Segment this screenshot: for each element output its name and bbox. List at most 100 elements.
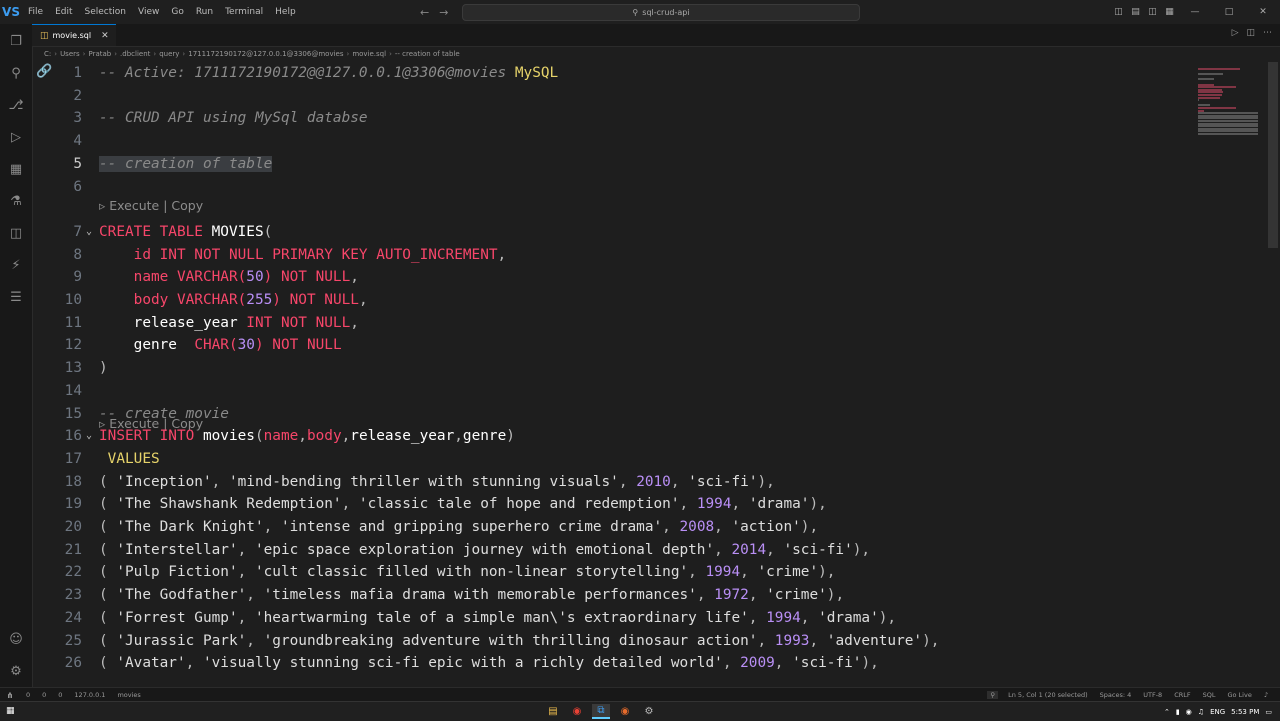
status-search-icon[interactable]: ⚲ — [987, 691, 999, 699]
menu-go[interactable]: Go — [165, 0, 189, 24]
menu-help[interactable]: Help — [269, 0, 302, 24]
code-editor[interactable]: 🔗 1 -- Active: 1711172190172@@127.0.0.1@3… — [32, 62, 1192, 687]
code-line[interactable]: 10 body VARCHAR(255) NOT NULL, — [32, 289, 1192, 312]
extensions-icon[interactable]: ▦ — [7, 160, 25, 178]
minimap[interactable] — [1192, 62, 1280, 687]
code-line[interactable]: 15 -- create movie — [32, 403, 1192, 426]
status-warnings[interactable]: 0 — [36, 691, 52, 699]
database-icon[interactable]: ◫ — [7, 224, 25, 242]
menu-selection[interactable]: Selection — [79, 0, 132, 24]
toggle-panel-icon[interactable]: ▤ — [1127, 7, 1144, 17]
minimize-button[interactable]: — — [1178, 7, 1212, 17]
source-control-icon[interactable]: ⎇ — [7, 96, 25, 114]
breadcrumb-item[interactable]: Pratab — [88, 50, 111, 58]
tab-movie-sql[interactable]: ◫ movie.sql ✕ — [32, 24, 116, 46]
notifications-bell-icon[interactable]: ♪ — [1258, 691, 1274, 699]
code-line[interactable]: 1 -- Active: 1711172190172@@127.0.0.1@330… — [32, 62, 1192, 85]
breadcrumb-item[interactable]: query — [159, 50, 179, 58]
status-ports[interactable]: 0 — [52, 691, 68, 699]
code-line[interactable]: 13) — [32, 357, 1192, 380]
code-line[interactable]: 4 — [32, 130, 1192, 153]
split-editor-icon[interactable]: ◫ — [1246, 28, 1255, 38]
remote-indicator-icon[interactable]: ⋔ — [0, 688, 20, 702]
fold-chevron-icon[interactable]: ⌄ — [86, 425, 98, 448]
code-line[interactable]: 18 ( 'Inception', 'mind-bending thriller … — [32, 471, 1192, 494]
menu-run[interactable]: Run — [190, 0, 219, 24]
battery-icon[interactable]: ▮ — [1176, 708, 1180, 716]
explorer-icon[interactable]: ❐ — [7, 32, 25, 50]
settings-app-icon[interactable]: ⚙ — [640, 704, 658, 719]
breadcrumb-item[interactable]: 1711172190172@127.0.0.1@3306@movies — [188, 50, 343, 58]
browser-icon[interactable]: ◉ — [616, 704, 634, 719]
code-line[interactable]: 16 ⌄ INSERT INTO movies(name,body,release_… — [32, 425, 1192, 448]
language-indicator[interactable]: ENG — [1210, 708, 1225, 716]
status-encoding[interactable]: UTF-8 — [1137, 691, 1168, 699]
thunder-client-icon[interactable]: ⚡ — [7, 256, 25, 274]
code-line[interactable]: 20 ( 'The Dark Knight', 'intense and grip… — [32, 516, 1192, 539]
code-line[interactable]: 23 ( 'The Godfather', 'timeless mafia dra… — [32, 584, 1192, 607]
search-icon[interactable]: ⚲ — [7, 64, 25, 82]
vscode-taskbar-icon[interactable]: ⧉ — [592, 704, 610, 719]
run-debug-icon[interactable]: ▷ — [7, 128, 25, 146]
menu-view[interactable]: View — [132, 0, 165, 24]
settings-gear-icon[interactable]: ⚙ — [7, 662, 25, 680]
breadcrumb-item[interactable]: movie.sql — [352, 50, 386, 58]
menu-file[interactable]: File — [22, 0, 49, 24]
code-line[interactable]: 19 ( 'The Shawshank Redemption', 'classic… — [32, 493, 1192, 516]
code-line[interactable]: 7 ⌄ CREATE TABLE MOVIES( — [32, 221, 1192, 244]
code-line[interactable]: 8 id INT NOT NULL PRIMARY KEY AUTO_INCRE… — [32, 244, 1192, 267]
menu-terminal[interactable]: Terminal — [219, 0, 269, 24]
toggle-sidebar-icon[interactable]: ◫ — [1110, 7, 1127, 17]
close-icon[interactable]: ✕ — [101, 31, 109, 41]
status-language[interactable]: SQL — [1197, 691, 1222, 699]
codelens-label[interactable]: Execute | Copy — [109, 198, 203, 213]
more-actions-icon[interactable]: ⋯ — [1263, 28, 1272, 38]
codelens-execute-copy[interactable]: ▹ Execute | Copy — [99, 196, 203, 216]
code-line[interactable]: 25 ( 'Jurassic Park', 'groundbreaking adv… — [32, 630, 1192, 653]
code-line[interactable]: 14 — [32, 380, 1192, 403]
account-icon[interactable]: ☺ — [7, 630, 25, 648]
code-line[interactable]: 6 — [32, 176, 1192, 199]
forward-arrow-icon[interactable]: → — [439, 6, 448, 19]
code-line[interactable]: 2 — [32, 85, 1192, 108]
run-query-icon[interactable]: ▷ — [1232, 28, 1239, 38]
maximize-button[interactable]: □ — [1212, 7, 1246, 17]
menu-edit[interactable]: Edit — [49, 0, 78, 24]
breadcrumb-item[interactable]: .dbclient — [120, 50, 150, 58]
status-database[interactable]: movies — [111, 691, 146, 699]
vertical-scrollbar[interactable] — [1268, 62, 1278, 248]
close-window-button[interactable]: ✕ — [1246, 7, 1280, 17]
chrome-icon[interactable]: ◉ — [568, 704, 586, 719]
status-cursor-position[interactable]: Ln 5, Col 1 (20 selected) — [1002, 691, 1094, 699]
file-explorer-icon[interactable]: ▤ — [544, 704, 562, 719]
fold-chevron-icon[interactable]: ⌄ — [86, 221, 98, 244]
customize-layout-icon[interactable]: ▦ — [1161, 7, 1178, 17]
toggle-secondary-sidebar-icon[interactable]: ◫ — [1144, 7, 1161, 17]
code-line[interactable]: 17 VALUES — [32, 448, 1192, 471]
status-indentation[interactable]: Spaces: 4 — [1094, 691, 1138, 699]
command-center-search[interactable]: ⚲ sql-crud-api — [462, 4, 860, 21]
code-line[interactable]: 26 ( 'Avatar', 'visually stunning sci-fi … — [32, 652, 1192, 675]
testing-icon[interactable]: ⚗ — [7, 192, 25, 210]
status-errors[interactable]: 0 — [20, 691, 36, 699]
code-line[interactable]: 3 -- CRUD API using MySql databse — [32, 107, 1192, 130]
windows-start-icon[interactable]: ▦ — [6, 706, 18, 717]
clock[interactable]: 5:53 PM — [1231, 708, 1259, 716]
code-line[interactable]: 12 genre CHAR(30) NOT NULL — [32, 334, 1192, 357]
code-line[interactable]: 11 release_year INT NOT NULL, — [32, 312, 1192, 335]
code-line[interactable]: 22 ( 'Pulp Fiction', 'cult classic filled… — [32, 561, 1192, 584]
status-eol[interactable]: CRLF — [1168, 691, 1196, 699]
code-line[interactable]: 5 -- creation of table — [32, 153, 1192, 176]
status-go-live[interactable]: Go Live — [1221, 691, 1257, 699]
volume-icon[interactable]: ♫ — [1198, 708, 1204, 716]
breadcrumb-item[interactable]: -- creation of table — [395, 50, 460, 58]
code-line[interactable]: 9 name VARCHAR(50) NOT NULL, — [32, 266, 1192, 289]
tray-chevron-icon[interactable]: ⌃ — [1164, 708, 1170, 716]
breadcrumb-item[interactable]: Users — [60, 50, 80, 58]
back-arrow-icon[interactable]: ← — [420, 6, 429, 19]
status-connection[interactable]: 127.0.0.1 — [68, 691, 111, 699]
wifi-icon[interactable]: ◉ — [1186, 708, 1192, 716]
code-line[interactable]: 21 ( 'Interstellar', 'epic space explorat… — [32, 539, 1192, 562]
notification-center-icon[interactable]: ▭ — [1265, 708, 1272, 716]
code-line[interactable]: 24 ( 'Forrest Gump', 'heartwarming tale o… — [32, 607, 1192, 630]
